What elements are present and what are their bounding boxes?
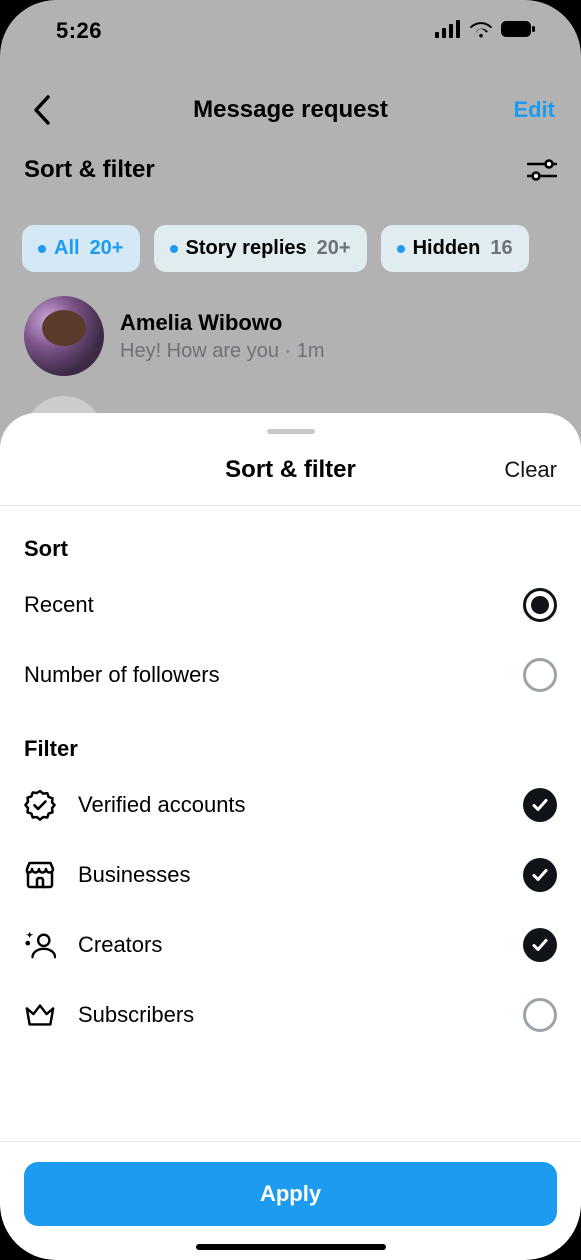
chip-label: Hidden [413,237,481,260]
conversation-row[interactable]: Amelia Wibowo Hey! How are you · 1m [0,296,581,376]
radio-unselected-icon [523,658,557,692]
option-label: Businesses [78,862,191,888]
crown-icon [24,999,56,1031]
checkbox-checked-icon [523,788,557,822]
chip-count: 20+ [90,237,124,260]
option-label: Subscribers [78,1002,194,1028]
apply-button[interactable]: Apply [24,1162,557,1226]
chip-count: 16 [490,237,512,260]
sort-option-recent[interactable]: Recent [24,570,557,640]
clear-button[interactable]: Clear [504,457,557,483]
chip-all[interactable]: All 20+ [22,225,140,272]
sheet-footer: Apply [0,1142,581,1260]
storefront-icon [24,859,56,891]
option-label: Recent [24,592,94,618]
section-title: Sort & filter [24,156,155,184]
page-title: Message request [0,96,581,124]
chip-story-replies[interactable]: Story replies 20+ [154,225,367,272]
filter-option-verified[interactable]: Verified accounts [24,770,557,840]
cellular-icon [435,18,461,44]
chip-count: 20+ [317,237,351,260]
battery-icon [501,18,537,44]
filter-option-subscribers[interactable]: Subscribers [24,980,557,1050]
section-header: Sort & filter [0,155,581,185]
radio-selected-icon [523,588,557,622]
checkbox-unchecked-icon [523,998,557,1032]
chip-label: All [54,237,80,260]
conversation-text: Amelia Wibowo Hey! How are you · 1m [120,310,325,363]
filter-button[interactable] [527,155,557,185]
sheet-title: Sort & filter [225,456,356,484]
status-bar: 5:26 [0,0,581,62]
sort-filter-sheet: Sort & filter Clear Sort Recent Number o… [0,413,581,1260]
nav-bar: Message request Edit [0,80,581,140]
creator-icon [24,929,56,961]
filter-group-label: Filter [24,736,557,762]
sliders-icon [527,159,557,181]
wifi-icon [469,18,493,44]
chip-hidden[interactable]: Hidden 16 [381,225,529,272]
conversation-name: Amelia Wibowo [120,310,325,336]
status-time: 5:26 [56,18,102,44]
sort-group-label: Sort [24,536,557,562]
conversation-preview: Hey! How are you · 1m [120,340,325,363]
dot-icon [38,245,46,253]
option-label: Verified accounts [78,792,246,818]
option-label: Creators [78,932,162,958]
status-indicators [435,18,537,44]
filter-option-creators[interactable]: Creators [24,910,557,980]
home-indicator[interactable] [196,1244,386,1250]
chip-label: Story replies [186,237,307,260]
filter-option-businesses[interactable]: Businesses [24,840,557,910]
checkbox-checked-icon [523,928,557,962]
edit-button[interactable]: Edit [513,97,555,123]
verified-icon [24,789,56,821]
chevron-left-icon [33,95,51,125]
sheet-header: Sort & filter Clear [0,434,581,506]
checkbox-checked-icon [523,858,557,892]
sort-option-followers[interactable]: Number of followers [24,640,557,710]
back-button[interactable] [26,94,58,126]
sheet-body: Sort Recent Number of followers Filter [0,506,581,1142]
dot-icon [397,245,405,253]
avatar [24,296,104,376]
filter-chips-row: All 20+ Story replies 20+ Hidden 16 [0,225,581,272]
option-label: Number of followers [24,662,220,688]
dot-icon [170,245,178,253]
